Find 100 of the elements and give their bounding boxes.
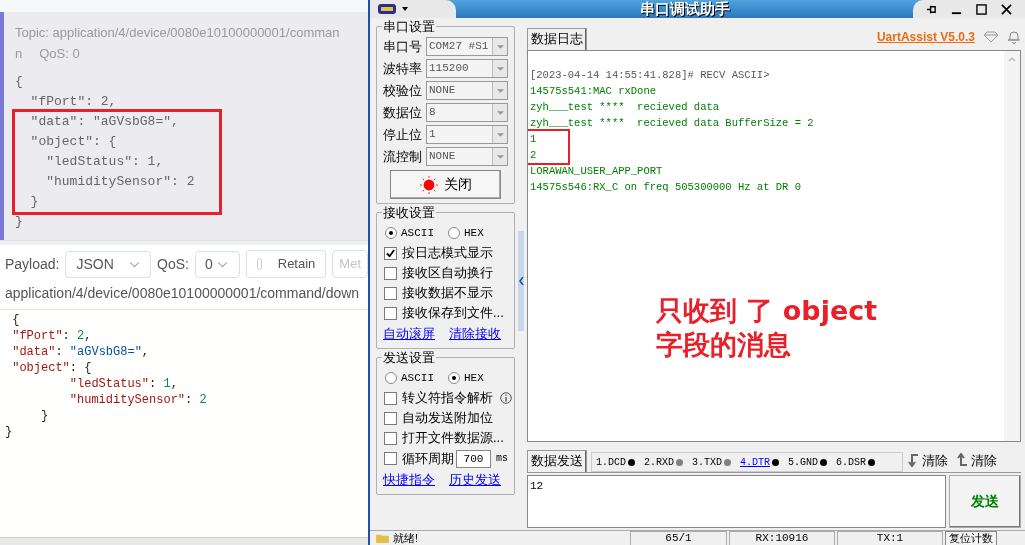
code-line: { bbox=[11, 312, 20, 328]
close-icon[interactable] bbox=[1001, 3, 1012, 15]
radio-button[interactable] bbox=[385, 372, 397, 384]
checkbox[interactable] bbox=[384, 306, 397, 320]
signal-label: 5.GND bbox=[788, 455, 819, 470]
diamond-icon[interactable] bbox=[983, 31, 999, 43]
field-label: 流控制 bbox=[383, 148, 422, 166]
group-title: 发送设置 bbox=[382, 350, 436, 365]
clear-button[interactable]: 清除 bbox=[956, 450, 997, 470]
checkbox[interactable] bbox=[384, 411, 397, 425]
checkbox[interactable] bbox=[384, 246, 397, 260]
annotation-text: 字段的消息 bbox=[656, 328, 792, 362]
checkbox[interactable] bbox=[384, 391, 397, 405]
log-tab[interactable]: 数据日志 bbox=[527, 28, 587, 50]
setting-select[interactable]: 8 bbox=[426, 103, 508, 122]
bell-icon[interactable] bbox=[1007, 30, 1021, 44]
code-line: { bbox=[15, 73, 23, 91]
format-select[interactable]: JSON bbox=[65, 250, 151, 278]
checkbox[interactable] bbox=[384, 286, 397, 300]
send-tab[interactable]: 数据发送 bbox=[527, 450, 587, 472]
log-line: 14575s541:MAC rxDone bbox=[530, 84, 657, 99]
status-text: 就绪! bbox=[393, 531, 419, 545]
radio-label: HEX bbox=[464, 225, 484, 241]
option-label: 接收区自动换行 bbox=[402, 264, 493, 283]
log-line: 2 bbox=[530, 148, 537, 163]
folder-icon bbox=[376, 533, 389, 543]
status-counter: 65/1 bbox=[630, 530, 727, 545]
radio-label: ASCII bbox=[401, 225, 434, 241]
field-label: 数据位 bbox=[383, 104, 422, 122]
radio-button[interactable] bbox=[448, 227, 460, 239]
group-title: 接收设置 bbox=[382, 205, 436, 220]
radio-button[interactable] bbox=[385, 227, 397, 239]
option-label: 自动发送附加位 bbox=[402, 409, 493, 428]
retain-button[interactable]: Retain bbox=[246, 250, 327, 278]
option-label: 接收保存到文件... bbox=[402, 304, 504, 323]
action-link[interactable]: 历史发送 bbox=[449, 469, 501, 490]
reset-button[interactable]: 复位计数 bbox=[945, 530, 997, 545]
option-label: 打开文件数据源... bbox=[402, 429, 504, 448]
log-line: 14575s546:RX_C on freq 505300000 Hz at DR 0 bbox=[530, 180, 801, 195]
app-icon[interactable] bbox=[378, 4, 396, 14]
send-button[interactable]: 发送 bbox=[949, 475, 1021, 528]
topic-text: Topic: application/4/device/0080e10100000001/comman bbox=[15, 24, 341, 42]
setting-select[interactable]: NONE bbox=[426, 81, 508, 100]
setting-select[interactable]: COM27 #S1 bbox=[426, 37, 508, 56]
chevron-icon bbox=[216, 260, 228, 268]
field-label: 串口号 bbox=[383, 38, 422, 56]
log-line: [2023-04-14 14:55:41.828]# RECV ASCII> bbox=[530, 68, 770, 83]
caret-icon[interactable] bbox=[402, 7, 408, 11]
port-button[interactable]: 关闭 bbox=[390, 170, 501, 199]
signal-label: 6.DSR bbox=[836, 455, 867, 470]
code-line: "humiditySensor": 2 bbox=[68, 392, 207, 408]
down-arrow-icon bbox=[907, 453, 919, 468]
status-counter: TX:1 bbox=[837, 530, 943, 545]
checkbox[interactable] bbox=[384, 452, 397, 465]
setting-select[interactable]: 115200 bbox=[426, 59, 508, 78]
action-link[interactable]: 清除接收 bbox=[449, 323, 501, 344]
code-line: } bbox=[29, 193, 39, 211]
scrollbar[interactable] bbox=[1004, 51, 1020, 441]
send-input[interactable]: 12 bbox=[527, 475, 946, 528]
code-line: "fPort": 2, bbox=[11, 328, 92, 344]
signal-link[interactable]: 4.DTR bbox=[740, 454, 771, 470]
code-line: } bbox=[5, 424, 13, 440]
setting-select[interactable]: 1 bbox=[426, 125, 508, 144]
signal-label: 1.DCD bbox=[596, 455, 626, 470]
option-label: 循环周期 bbox=[402, 449, 454, 468]
qos-label: QoS: bbox=[157, 254, 189, 274]
radio-label: HEX bbox=[464, 370, 484, 386]
up-arrow-icon bbox=[956, 453, 968, 468]
horizontal-scrollbar[interactable] bbox=[0, 537, 368, 545]
log-area[interactable] bbox=[527, 50, 1021, 442]
maximize-icon[interactable] bbox=[976, 3, 987, 15]
group-title: 串口设置 bbox=[382, 19, 436, 34]
checkbox[interactable] bbox=[384, 266, 397, 280]
cycle-input[interactable]: 700 bbox=[456, 449, 491, 468]
publish-topic: application/4/device/0080e10100000001/command/down bbox=[4, 284, 361, 303]
code-line: "object": { bbox=[29, 133, 117, 151]
code-line: } bbox=[40, 408, 49, 424]
clear-button[interactable]: 清除 bbox=[907, 450, 948, 470]
code-line: "data": "aGVsbG8=", bbox=[11, 344, 150, 360]
splitter-bar[interactable] bbox=[518, 231, 524, 331]
option-label: 按日志模式显示 bbox=[402, 244, 493, 263]
setting-select[interactable]: NONE bbox=[426, 147, 508, 166]
pin-icon[interactable] bbox=[926, 3, 937, 15]
info-icon[interactable] bbox=[500, 392, 512, 404]
radio-button[interactable] bbox=[448, 372, 460, 384]
option-label: 接收数据不显示 bbox=[402, 284, 493, 303]
code-line: } bbox=[15, 213, 23, 231]
lamp-icon bbox=[419, 175, 438, 194]
unit-label: ms bbox=[496, 452, 508, 466]
qos-text: QoS: 0 bbox=[39, 45, 80, 63]
checkbox[interactable] bbox=[384, 431, 397, 445]
code-line: "humiditySensor": 2 bbox=[45, 173, 195, 191]
action-link[interactable]: 自动滚屏 bbox=[383, 323, 435, 344]
window-title: 串口调试助手 bbox=[639, 0, 730, 18]
action-link[interactable]: 快捷指令 bbox=[383, 469, 435, 490]
qos-select[interactable]: 0 bbox=[194, 250, 241, 278]
field-label: 停止位 bbox=[383, 126, 422, 144]
signal-label: 2.RXD bbox=[644, 455, 675, 470]
code-line: "data": "aGVsbG8=", bbox=[29, 113, 179, 131]
log-line: zyh___test **** recieved data bbox=[530, 100, 720, 115]
